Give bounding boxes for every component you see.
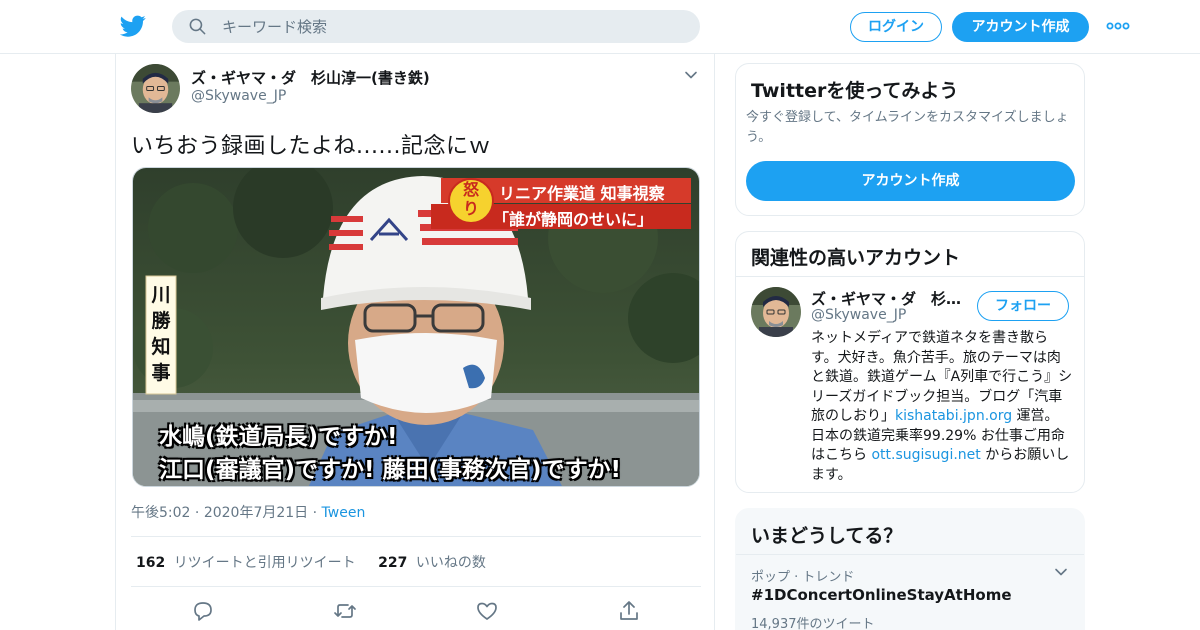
related-accounts-title: 関連性の高いアカウント [751,247,961,269]
media-subtitle-2: 江口(審議官)ですか! 藤田(事務次官)ですか! [159,457,622,483]
follow-button[interactable]: フォロー [977,291,1069,321]
divider [131,586,701,587]
meta-separator: · [312,505,322,521]
tweet-time[interactable]: 午後5:02 [131,505,190,521]
retweet-count[interactable]: 162 [136,555,165,571]
related-account-bio: ネットメディアで鉄道ネタを書き散らす。犬好き。魚介苦手。旅のテーマは肉と鉄道。鉄… [811,329,1073,485]
bio-link[interactable]: kishatabi.jpn.org [895,408,1012,424]
bio-link[interactable]: ott.sugisugi.net [871,447,980,463]
media-subtitle-1: 水嶋(鉄道局長)ですか! [159,424,398,450]
reply-icon[interactable] [191,599,215,623]
author-handle[interactable]: @Skywave_JP [191,88,286,104]
retweet-label[interactable]: リツイートと引用リツイート [174,555,356,571]
related-account-name[interactable]: ズ・ギヤマ・ダ 杉山淳一(書き鉄) [811,288,966,309]
search-input[interactable] [222,10,682,43]
tweet-media-image[interactable]: 怒り リニア作業道 知事視察 「誰が静岡のせいに」 川勝知事 水嶋(鉄道局長)で… [132,167,700,487]
trend-category: ポップ · トレンド [751,570,855,585]
trends-title: いまどうしてる？ [751,525,903,547]
meta-separator: · [194,505,204,521]
like-label[interactable]: いいねの数 [416,555,486,571]
trend-name[interactable]: #1DConcertOnlineStayAtHome [751,586,1012,604]
divider [736,276,1084,277]
like-count[interactable]: 227 [378,555,407,571]
more-dots-icon[interactable] [1106,19,1130,33]
share-icon[interactable] [617,599,641,623]
divider [736,554,1084,555]
tweet-permalink: ズ・ギヤマ・ダ 杉山淳一(書き鉄) @Skywave_JP いちおう録画したよね… [115,54,715,630]
divider [131,536,701,537]
top-navigation-bar: ログイン アカウント作成 [0,0,1200,54]
related-account-handle[interactable]: @Skywave_JP [811,307,906,323]
signup-card: Twitterを使ってみよう 今すぐ登録して、タイムラインをカスタマイズしましょ… [735,63,1085,216]
avatar[interactable] [751,287,801,337]
avatar[interactable] [131,64,180,113]
signup-button[interactable]: アカウント作成 [952,12,1089,42]
tweet-source-link[interactable]: Tween [322,505,366,521]
author-name[interactable]: ズ・ギヤマ・ダ 杉山淳一(書き鉄) [191,67,430,88]
trends-card: いまどうしてる？ ポップ · トレンド #1DConcertOnlineStay… [735,508,1085,630]
signup-card-title: Twitterを使ってみよう [751,80,959,102]
tweet-meta: 午後5:02 · 2020年7月21日 · Tween [131,502,365,522]
retweet-icon[interactable] [333,599,357,623]
tweet-text: いちおう録画したよね......記念にｗ [131,134,491,159]
chevron-down-icon[interactable] [684,68,698,82]
search-box[interactable] [172,10,700,43]
media-caption-top-1: リニア作業道 知事視察 [499,184,665,203]
media-badge: 怒り [462,180,479,218]
media-side-label: 川勝知事 [151,284,171,384]
signup-card-button[interactable]: アカウント作成 [746,161,1075,201]
chevron-down-icon[interactable] [1054,565,1068,579]
trend-tweet-count: 14,937件のツイート [751,617,875,630]
signup-card-description: 今すぐ登録して、タイムラインをカスタマイズしましょう。 [746,110,1069,145]
like-heart-icon[interactable] [475,599,499,623]
twitter-bird-icon[interactable] [120,13,146,39]
media-caption-top-2: 「誰が静岡のせいに」 [493,210,654,229]
tweet-stats: 162 リツイートと引用リツイート 227 いいねの数 [136,552,486,572]
login-button[interactable]: ログイン [850,12,942,42]
search-icon [189,18,206,35]
tweet-date[interactable]: 2020年7月21日 [204,505,308,521]
related-accounts-card: 関連性の高いアカウント ズ・ギヤマ・ダ 杉山淳一(書き鉄) @Skywave_J… [735,231,1085,493]
